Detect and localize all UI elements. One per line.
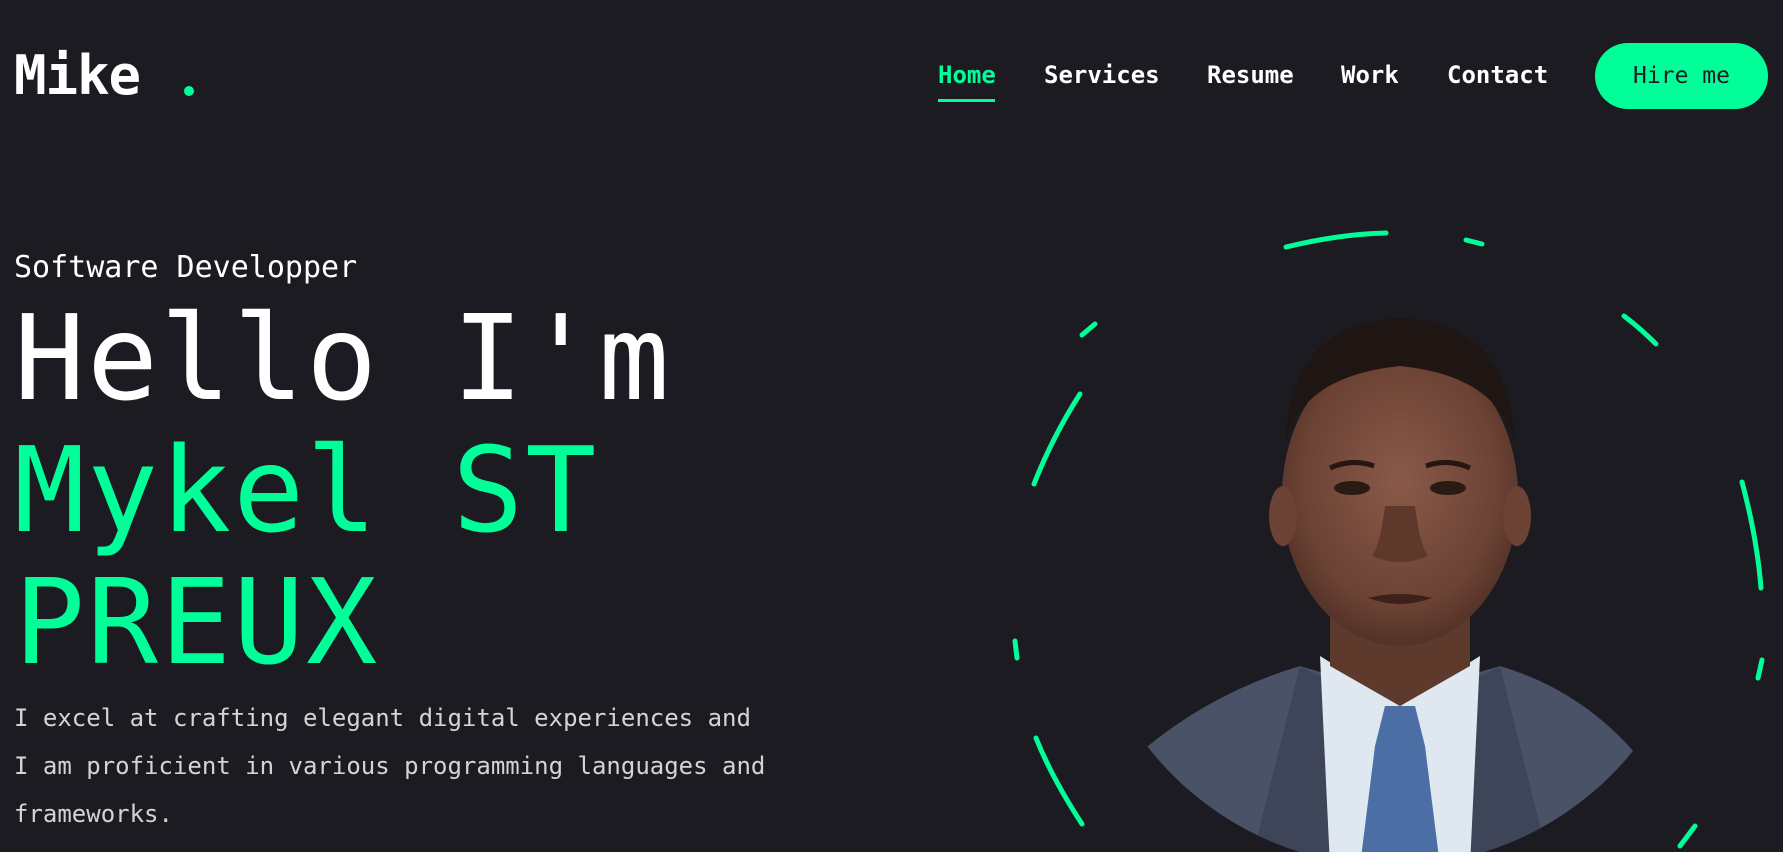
description-line: I am proficient in various programming l… — [14, 752, 766, 780]
nav-resume[interactable]: Resume — [1207, 58, 1294, 92]
greeting-text: Hello I'm — [14, 289, 672, 427]
nav-work[interactable]: Work — [1341, 58, 1399, 92]
logo-dot — [184, 86, 194, 96]
nav-contact[interactable]: Contact — [1447, 58, 1548, 92]
hero-headline: Hello I'm Mykel ST PREUX — [14, 292, 671, 688]
active-nav-indicator — [938, 99, 995, 102]
role-subtitle: Software Developper — [14, 250, 358, 285]
hero-description: I excel at crafting elegant digital expe… — [14, 694, 804, 838]
description-line: I excel at crafting elegant digital expe… — [14, 704, 751, 732]
hire-me-button[interactable]: Hire me — [1595, 43, 1768, 109]
site-header: Mike Home Services Resume Work Contact H… — [0, 0, 1783, 150]
site-logo[interactable]: Mike — [14, 44, 141, 108]
nav-services[interactable]: Services — [1044, 58, 1160, 92]
portrait-area — [1000, 226, 1780, 852]
name-line-2: PREUX — [14, 553, 380, 691]
nav-home[interactable]: Home — [938, 58, 996, 92]
name-line-1: Mykel ST — [14, 421, 599, 559]
description-line: frameworks. — [14, 800, 173, 828]
decorative-dashed-ring — [1012, 230, 1765, 849]
